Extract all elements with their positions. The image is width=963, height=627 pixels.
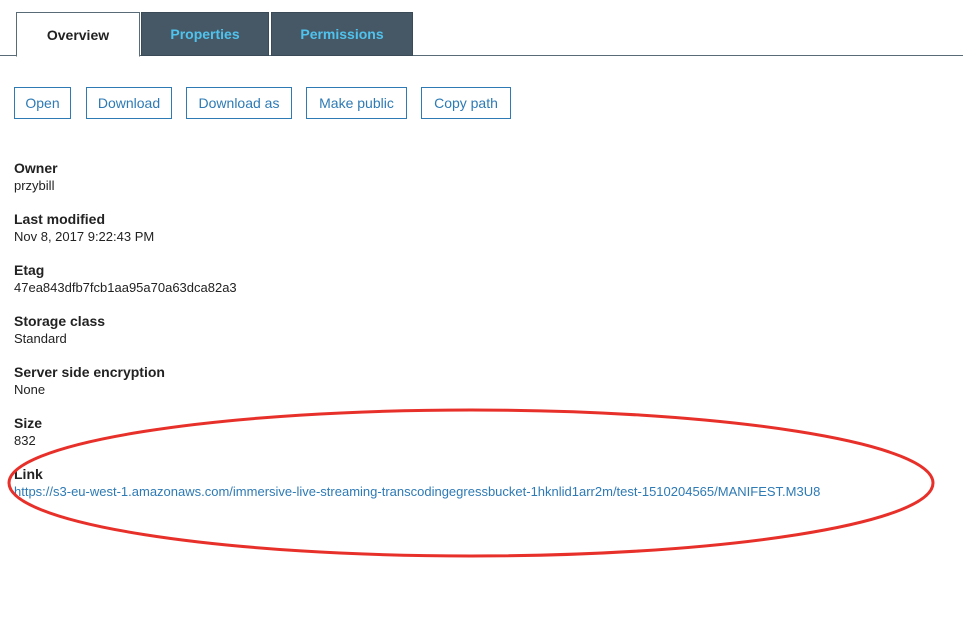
size-label: Size [14,415,43,431]
encryption-field: Server side encryption None [14,363,165,399]
size-field: Size 832 [14,414,42,450]
link-label: Link [14,466,43,482]
copy-path-button[interactable]: Copy path [421,87,511,119]
tab-permissions[interactable]: Permissions [271,12,413,56]
owner-value: przybill [14,178,55,193]
tab-bar: Overview Properties Permissions [0,0,963,57]
etag-field: Etag 47ea843dfb7fcb1aa95a70a63dca82a3 [14,261,237,297]
owner-label: Owner [14,160,58,176]
storage-class-value: Standard [14,331,67,346]
tab-overview[interactable]: Overview [16,12,140,57]
last-modified-label: Last modified [14,211,106,227]
owner-field: Owner przybill [14,159,58,195]
storage-class-label: Storage class [14,313,106,329]
make-public-button[interactable]: Make public [306,87,407,119]
download-as-button[interactable]: Download as [186,87,292,119]
open-button[interactable]: Open [14,87,71,119]
storage-class-field: Storage class Standard [14,312,105,348]
encryption-value: None [14,382,46,397]
tab-properties[interactable]: Properties [141,12,269,56]
last-modified-value: Nov 8, 2017 9:22:43 PM [14,229,155,244]
link-field: Link https://s3-eu-west-1.amazonaws.com/… [14,465,820,501]
download-button[interactable]: Download [86,87,172,119]
last-modified-field: Last modified Nov 8, 2017 9:22:43 PM [14,210,154,246]
etag-label: Etag [14,262,45,278]
encryption-label: Server side encryption [14,364,165,380]
size-value: 832 [14,433,36,448]
object-url-link[interactable]: https://s3-eu-west-1.amazonaws.com/immer… [14,483,820,501]
etag-value: 47ea843dfb7fcb1aa95a70a63dca82a3 [14,280,237,295]
